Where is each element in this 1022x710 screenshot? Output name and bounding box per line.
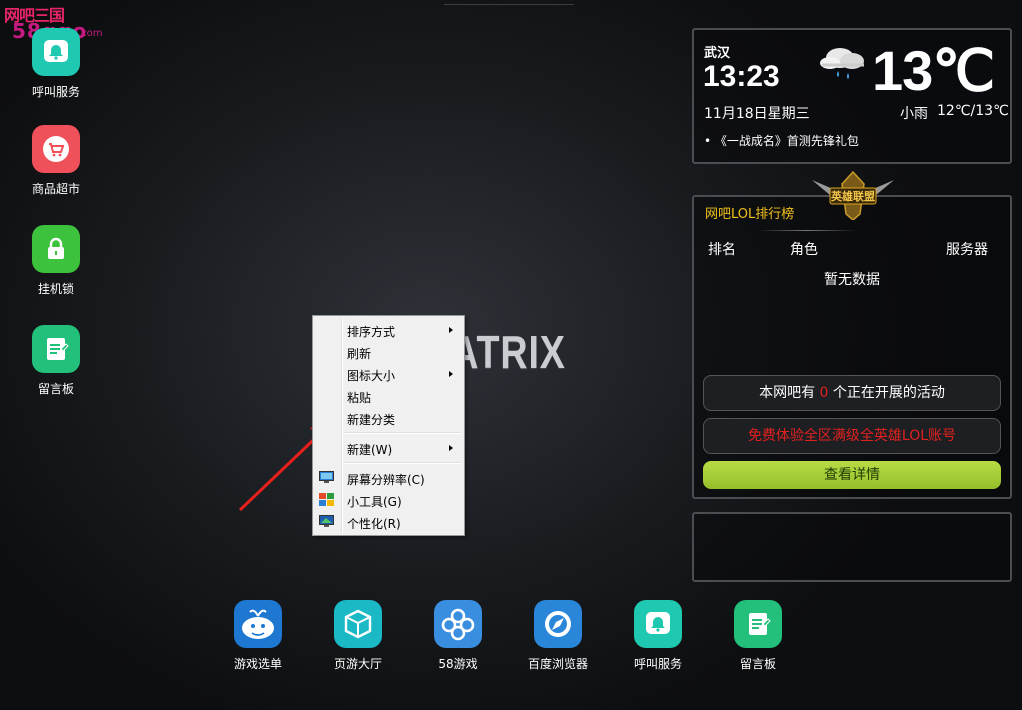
- top-pull-tab[interactable]: [444, 0, 574, 5]
- desktop-icon-lock[interactable]: 挂机锁: [16, 225, 96, 297]
- lol-panel-title: 网吧LOL排行榜: [705, 207, 795, 222]
- whale-icon: [234, 600, 282, 648]
- dock-item-label: 留言板: [739, 657, 776, 671]
- dock-item-label: 百度浏览器: [527, 657, 588, 671]
- bell-icon: [32, 28, 80, 76]
- empty-state-text: 暂无数据: [824, 272, 880, 288]
- dock-item-baidu-browser[interactable]: 百度浏览器: [518, 600, 598, 672]
- notepad-icon: [734, 600, 782, 648]
- header-divider: [757, 230, 857, 231]
- temperature: 13℃: [872, 39, 995, 102]
- news-text: 《一战成名》首测先锋礼包: [714, 134, 859, 148]
- dock-item-label: 58游戏: [438, 657, 478, 671]
- lol-emblem-logo: 英雄联盟: [812, 170, 894, 220]
- menu-item-paste[interactable]: 粘贴: [315, 385, 461, 407]
- personalize-icon: [319, 515, 334, 527]
- weather-city: 武汉: [704, 46, 731, 61]
- menu-item-refresh[interactable]: 刷新: [315, 341, 461, 363]
- desktop-icon-label: 商品超市: [31, 182, 80, 196]
- context-menu: 排序方式 刷新 图标大小 粘贴 新建分类 新建(W) 屏幕分辨率(C) 小工具(…: [312, 315, 465, 536]
- dock-item-web-games[interactable]: 页游大厅: [318, 600, 398, 672]
- monitor-icon: [319, 471, 334, 483]
- lol-ranking-panel: 网吧LOL排行榜 排名 角色 服务器 暂无数据 本网吧有 0 个正在开展的活动 …: [692, 195, 1012, 499]
- column-header-role: 角色: [790, 242, 818, 258]
- dock-item-game-menu[interactable]: 游戏选单: [218, 600, 298, 672]
- lol-emblem-text: 英雄联盟: [830, 189, 875, 203]
- menu-item-label: 刷新: [347, 347, 372, 361]
- menu-separator: [343, 432, 461, 434]
- submenu-arrow-icon: [449, 327, 453, 333]
- activity-prefix: 本网吧有: [759, 385, 816, 401]
- menu-item-gadgets[interactable]: 小工具(G): [315, 489, 461, 511]
- dock-item-label: 呼叫服务: [633, 657, 682, 671]
- dock-item-call-service[interactable]: 呼叫服务: [618, 600, 698, 672]
- submenu-arrow-icon: [449, 445, 453, 451]
- bell-icon: [634, 600, 682, 648]
- weather-widget: 武汉 13:23 11月18日星期三 13℃ 小雨 12℃/13℃ • 《一战成…: [692, 28, 1012, 164]
- gadgets-icon: [319, 493, 334, 506]
- column-header-rank: 排名: [708, 242, 736, 258]
- activity-suffix: 个正在开展的活动: [832, 385, 945, 401]
- dock-item-label: 页游大厅: [333, 657, 382, 671]
- menu-item-new-category[interactable]: 新建分类: [315, 407, 461, 429]
- menu-item-label: 屏幕分辨率(C): [347, 473, 425, 487]
- menu-item-sort[interactable]: 排序方式: [315, 319, 461, 341]
- promo-link[interactable]: 免费体验全区满级全英雄LOL账号: [703, 418, 1001, 454]
- desktop-icon-label: 留言板: [37, 382, 74, 396]
- news-link[interactable]: • 《一战成名》首测先锋礼包: [704, 132, 859, 149]
- dock-item-label: 游戏选单: [233, 657, 282, 671]
- submenu-arrow-icon: [449, 371, 453, 377]
- rain-cloud-icon: [820, 48, 864, 79]
- menu-separator: [343, 462, 461, 464]
- menu-item-icon-size[interactable]: 图标大小: [315, 363, 461, 385]
- menu-item-label: 排序方式: [347, 325, 396, 339]
- menu-item-label: 粘贴: [347, 391, 372, 405]
- clock-time: 13:23: [703, 60, 780, 93]
- desktop-icon-label: 挂机锁: [37, 282, 74, 296]
- desktop-icon-store[interactable]: 商品超市: [16, 125, 96, 197]
- gamepad-icon: [434, 600, 482, 648]
- desktop-icon-message-board[interactable]: 留言板: [16, 325, 96, 397]
- activity-count-box: 本网吧有 0 个正在开展的活动: [703, 375, 1001, 411]
- cube-icon: [334, 600, 382, 648]
- dock-item-58-games[interactable]: 58游戏: [418, 600, 498, 672]
- shopping-cart-icon: [32, 125, 80, 173]
- notepad-icon: [32, 325, 80, 373]
- desktop-icon-call-service[interactable]: 呼叫服务: [16, 28, 96, 100]
- menu-item-label: 新建分类: [347, 413, 396, 427]
- menu-item-screen-resolution[interactable]: 屏幕分辨率(C): [315, 467, 461, 489]
- desktop-icon-label: 呼叫服务: [31, 85, 80, 99]
- menu-item-new[interactable]: 新建(W): [315, 437, 461, 459]
- menu-item-personalize[interactable]: 个性化(R): [315, 511, 461, 533]
- promo-text: 免费体验全区满级全英雄LOL账号: [747, 428, 957, 444]
- menu-item-label: 新建(W): [347, 443, 393, 457]
- empty-widget-panel: [692, 512, 1012, 582]
- column-header-server: 服务器: [946, 242, 988, 258]
- compass-icon: [534, 600, 582, 648]
- view-details-button[interactable]: 查看详情: [703, 461, 1001, 489]
- menu-item-label: 个性化(R): [347, 517, 401, 531]
- menu-item-label: 图标大小: [347, 369, 396, 383]
- dock-item-message-board[interactable]: 留言板: [718, 600, 798, 672]
- clock-date: 11月18日星期三: [704, 106, 810, 122]
- lock-icon: [32, 225, 80, 273]
- menu-item-label: 小工具(G): [347, 495, 402, 509]
- weather-condition: 小雨: [900, 106, 928, 122]
- temperature-range: 12℃/13℃: [937, 103, 1009, 119]
- activity-count: 0: [819, 385, 829, 401]
